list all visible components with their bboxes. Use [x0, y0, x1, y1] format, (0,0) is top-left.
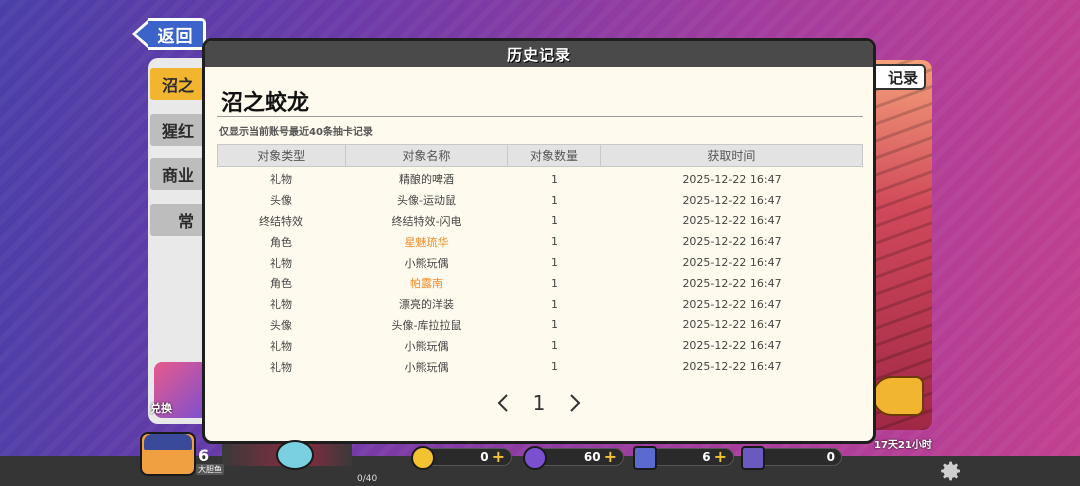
cell-type: 角色: [270, 277, 292, 291]
column-header-name: 对象名称: [346, 145, 509, 166]
resource-gem-value: 60: [583, 450, 601, 464]
table-row: 礼物 小熊玩偶 1 2025-12-22 16:47: [217, 356, 863, 377]
cell-type: 礼物: [270, 339, 292, 353]
table-row: 礼物 小熊玩偶 1 2025-12-22 16:47: [217, 335, 863, 356]
cell-qty: 1: [551, 193, 558, 207]
column-header-type: 对象类型: [218, 145, 346, 166]
cell-qty: 1: [551, 276, 558, 290]
cell-name: 终结特效-闪电: [391, 214, 462, 228]
cell-time: 2025-12-22 16:47: [682, 256, 782, 270]
table-row: 头像 头像-运动鼠 1 2025-12-22 16:47: [217, 190, 863, 211]
cell-type: 礼物: [270, 256, 292, 270]
player-level: 6: [198, 446, 210, 465]
cell-qty: 1: [551, 318, 558, 332]
table-row: 头像 头像-库拉拉鼠 1 2025-12-22 16:47: [217, 315, 863, 336]
cell-time: 2025-12-22 16:47: [682, 235, 782, 249]
cell-qty: 1: [551, 360, 558, 374]
ticket-icon: [633, 446, 657, 470]
cell-type: 角色: [270, 235, 292, 249]
cell-time: 2025-12-22 16:47: [682, 339, 782, 353]
resource-ticket[interactable]: 6 +: [633, 446, 734, 470]
page-number: 1: [532, 391, 546, 415]
cell-type: 终结特效: [259, 214, 303, 228]
history-modal: 历史记录 沼之蛟龙 仅显示当前账号最近40条抽卡记录 对象类型 对象名称 对象数…: [202, 38, 876, 444]
back-button-label: 返回: [148, 18, 206, 50]
record-note: 仅显示当前账号最近40条抽卡记录: [219, 127, 373, 138]
cell-name: 小熊玩偶: [404, 339, 449, 353]
plus-icon[interactable]: +: [604, 449, 617, 465]
table-row: 礼物 精酿的啤酒 1 2025-12-22 16:47: [217, 169, 863, 190]
player-title: 大胆鱼: [196, 464, 224, 475]
cell-qty: 1: [551, 214, 558, 228]
cell-time: 2025-12-22 16:47: [682, 214, 782, 228]
cell-type: 礼物: [270, 360, 292, 374]
cell-name: 帕露南: [410, 277, 443, 291]
table-row: 角色 帕露南 1 2025-12-22 16:47: [217, 273, 863, 294]
cell-time: 2025-12-22 16:47: [682, 297, 782, 311]
cell-name: 头像-库拉拉鼠: [391, 318, 462, 332]
cell-name: 小熊玩偶: [404, 256, 449, 270]
purple-gem-icon: [523, 446, 547, 470]
cell-time: 2025-12-22 16:47: [682, 172, 782, 186]
cell-qty: 1: [551, 172, 558, 186]
chevron-right-icon: [570, 394, 581, 412]
gear-icon: [941, 461, 960, 481]
cell-time: 2025-12-22 16:47: [682, 360, 782, 374]
plus-icon[interactable]: +: [714, 449, 727, 465]
cell-qty: 1: [551, 235, 558, 249]
card-pack-icon: [741, 446, 765, 470]
cell-name: 头像-运动鼠: [397, 194, 456, 208]
resource-gold[interactable]: 0 +: [411, 446, 512, 470]
table-row: 角色 星魅琉华 1 2025-12-22 16:47: [217, 231, 863, 252]
pool-title: 沼之蛟龙: [221, 91, 310, 116]
cell-qty: 1: [551, 339, 558, 353]
gold-coin-icon: [411, 446, 435, 470]
cell-name: 漂亮的洋装: [399, 298, 454, 312]
cell-name: 星魅琉华: [404, 235, 449, 249]
pet-icon[interactable]: [276, 440, 314, 470]
progress-count: 0/40: [357, 474, 378, 484]
column-header-qty: 对象数量: [508, 145, 601, 166]
cell-time: 2025-12-22 16:47: [682, 276, 782, 290]
modal-header: 历史记录: [205, 41, 873, 67]
settings-button[interactable]: [938, 458, 964, 484]
cell-qty: 1: [551, 256, 558, 270]
table-row: 礼物 小熊玩偶 1 2025-12-22 16:47: [217, 252, 863, 273]
divider: [217, 116, 863, 117]
cell-time: 2025-12-22 16:47: [682, 193, 782, 207]
resource-gem[interactable]: 60 +: [523, 446, 624, 470]
table-header: 对象类型 对象名称 对象数量 获取时间: [217, 144, 863, 167]
chevron-left-icon: [497, 394, 508, 412]
resource-card-pack[interactable]: 0: [741, 446, 842, 470]
draw-badge-icon[interactable]: [872, 376, 924, 416]
table-row: 礼物 漂亮的洋装 1 2025-12-22 16:47: [217, 294, 863, 315]
cell-type: 头像: [270, 194, 292, 208]
event-timer: 17天21小时: [874, 440, 932, 451]
prev-page-button[interactable]: [495, 392, 511, 414]
pagination: 1: [205, 391, 873, 415]
next-page-button[interactable]: [567, 392, 583, 414]
history-table: 对象类型 对象名称 对象数量 获取时间 礼物 精酿的啤酒 1 2025-12-22 1…: [217, 144, 863, 377]
cell-type: 头像: [270, 318, 292, 332]
resource-ticket-value: 6: [702, 450, 711, 464]
avatar-hat-icon: [144, 434, 192, 450]
plus-icon[interactable]: +: [492, 449, 505, 465]
exchange-promo-label: 兑换: [150, 402, 172, 415]
back-button[interactable]: 返回: [132, 18, 206, 50]
cell-qty: 1: [551, 297, 558, 311]
resource-card-pack-value: 0: [826, 450, 835, 464]
record-tag[interactable]: 记录: [868, 64, 926, 90]
column-header-time: 获取时间: [707, 149, 756, 163]
cell-name: 精酿的啤酒: [399, 173, 454, 187]
table-row: 终结特效 终结特效-闪电 1 2025-12-22 16:47: [217, 211, 863, 232]
cell-type: 礼物: [270, 298, 292, 312]
cell-name: 小熊玩偶: [404, 360, 449, 374]
cell-time: 2025-12-22 16:47: [682, 318, 782, 332]
cell-type: 礼物: [270, 173, 292, 187]
table-body: 礼物 精酿的啤酒 1 2025-12-22 16:47 头像 头像-运动鼠 1 2025-12…: [217, 169, 863, 377]
resource-gold-value: 0: [480, 450, 489, 464]
